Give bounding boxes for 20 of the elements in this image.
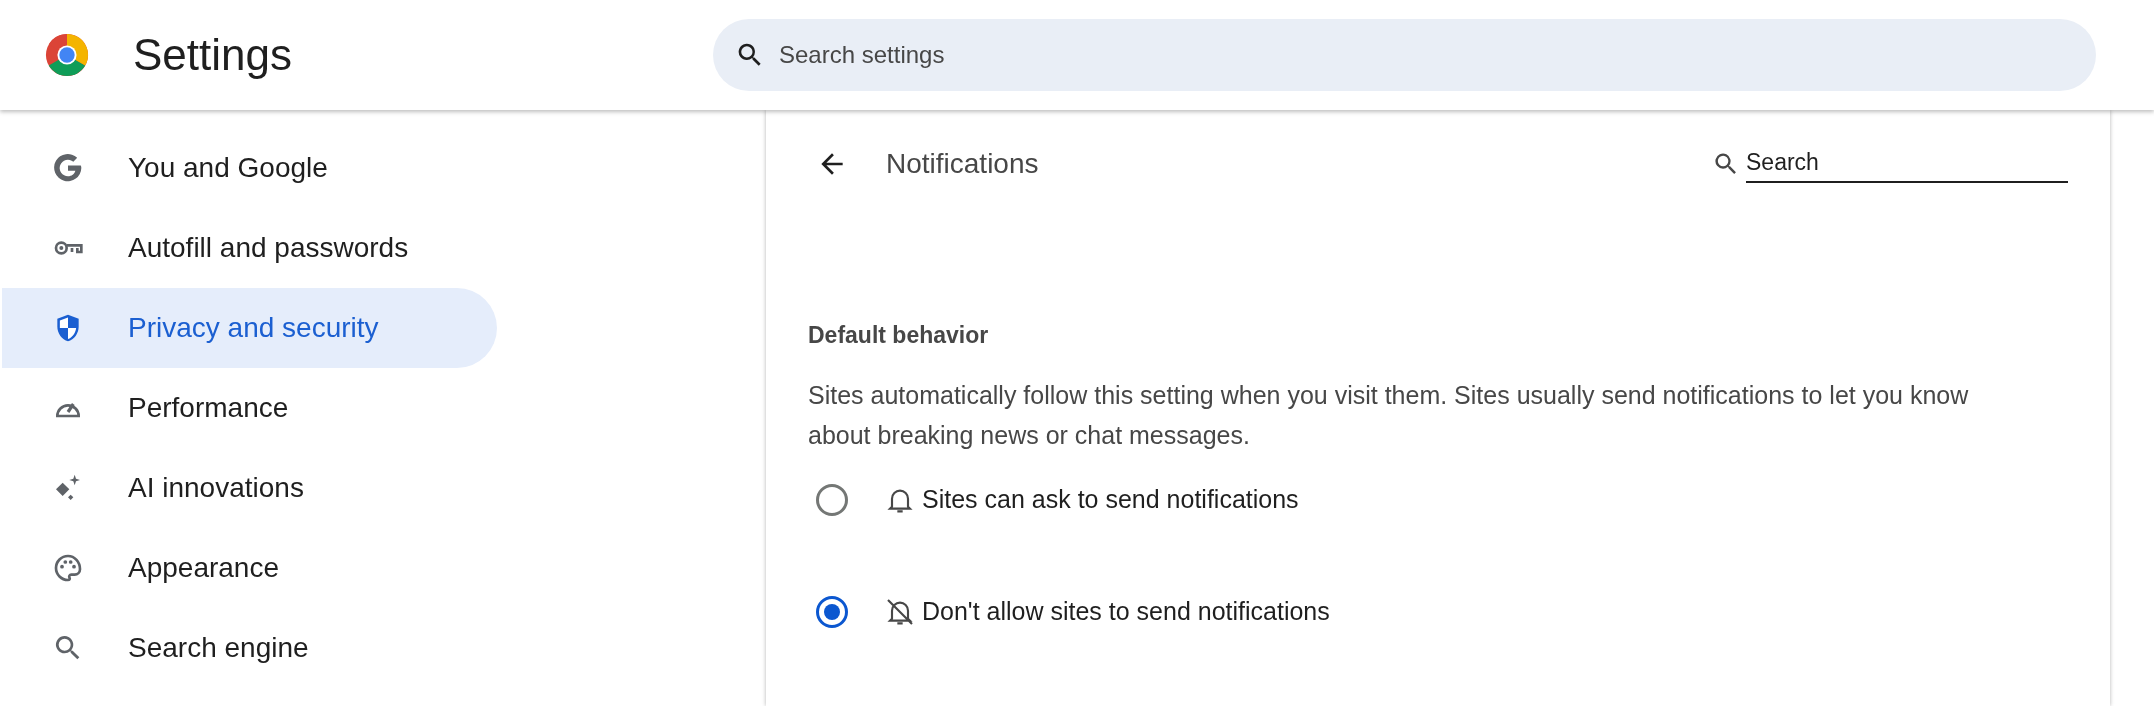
sidebar-item[interactable]: You and Google [2,128,497,208]
radio-button[interactable] [816,595,848,628]
google-g-icon [52,152,84,184]
sidebar-item[interactable]: Performance [2,368,497,448]
search-field[interactable]: Search [1746,144,2068,184]
sidebar-item[interactable]: Privacy and security [2,288,497,368]
option-label: Don't allow sites to send notifications [922,595,1330,627]
option-label: Sites can ask to send notifications [922,483,1299,515]
description-text: Sites automatically follow this setting when you visit them. Sites usually send notifications to let you know about breaking news or chat messages. [808,379,1970,451]
browser-logo-icon [44,32,90,78]
section-heading: Default behavior [808,321,990,350]
radio-button[interactable] [816,483,848,516]
palette-icon [52,552,84,584]
page-title: Notifications [886,147,1040,181]
sidebar-item[interactable]: Appearance [2,528,497,608]
sidebar-item[interactable]: Autofill and passwords [2,208,497,288]
sidebar-item[interactable]: Search engine [2,608,497,688]
search-field[interactable]: Search settings [713,19,2096,91]
app-title: Settings [133,29,293,81]
sidebar-item[interactable]: AI innovations [2,448,497,528]
